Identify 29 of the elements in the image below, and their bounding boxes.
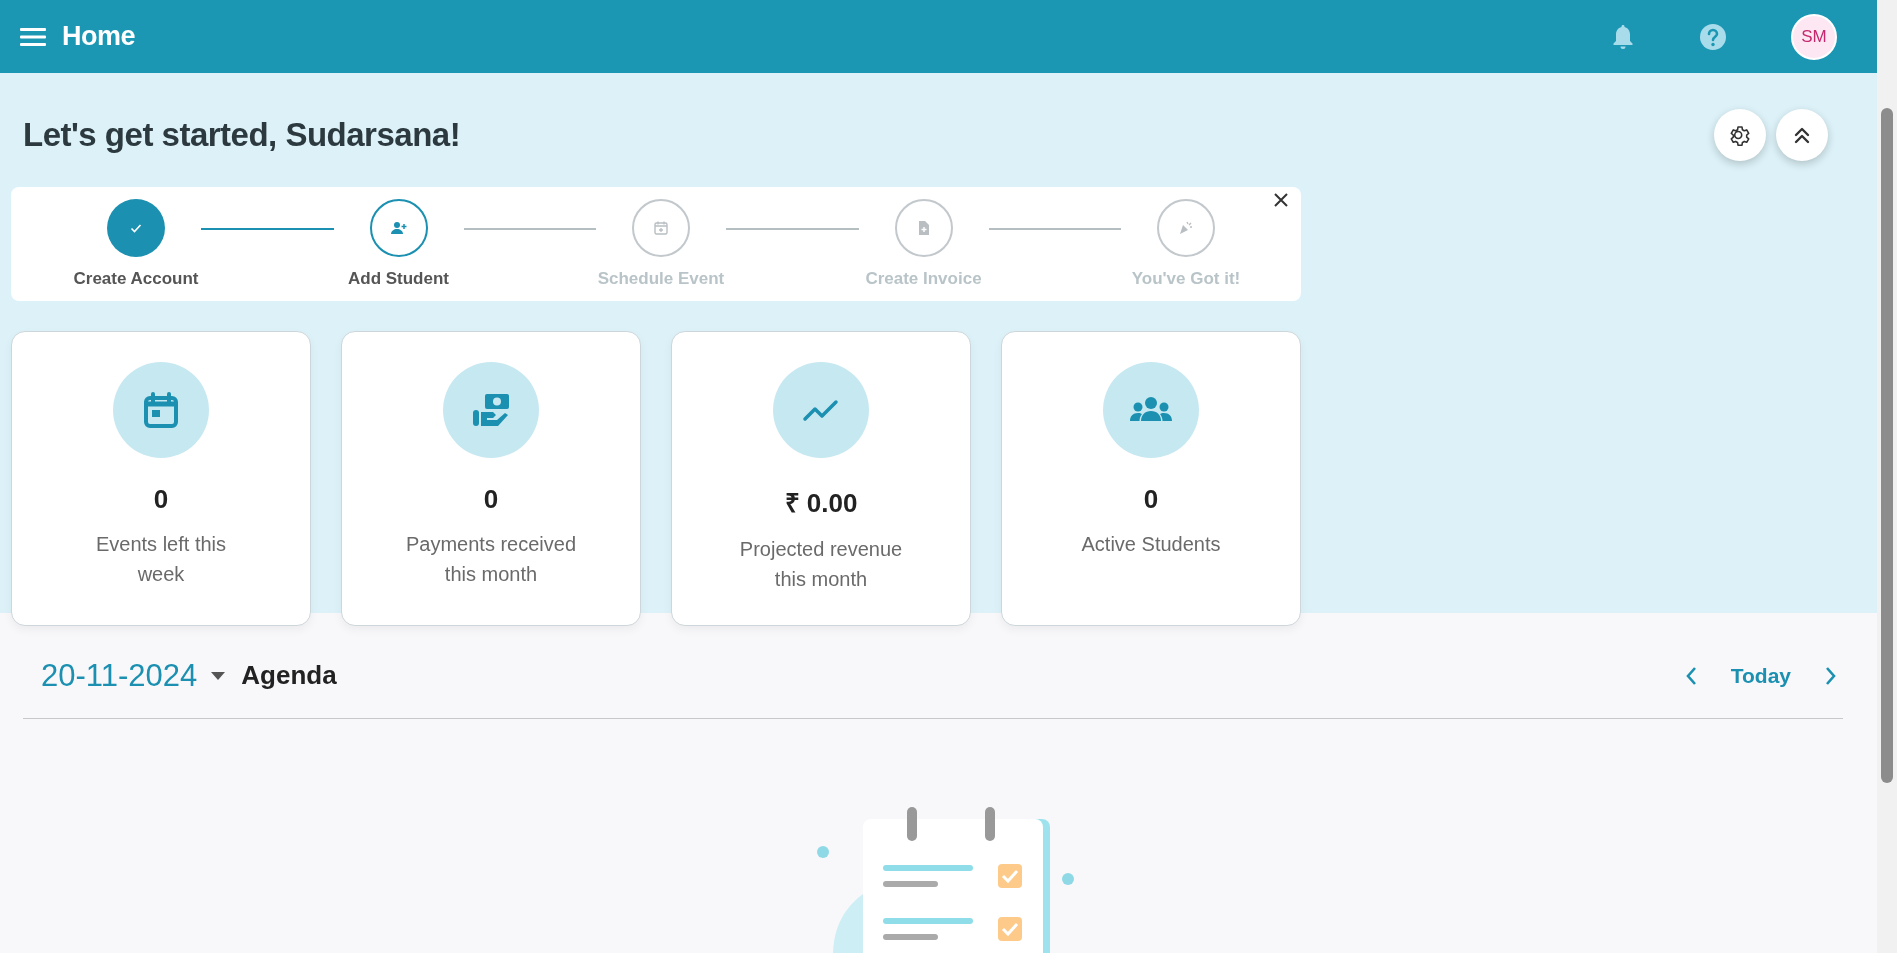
stat-value: ₹ 0.00 <box>784 487 858 520</box>
date-picker[interactable]: 20-11-2024 <box>41 657 226 694</box>
collapse-button[interactable] <box>1776 109 1828 161</box>
calendar-icon <box>141 390 181 430</box>
stat-value: 0 <box>1143 484 1159 515</box>
today-button[interactable]: Today <box>1720 663 1801 688</box>
step-label: Add Student <box>347 269 449 289</box>
gear-icon <box>1728 123 1752 147</box>
step-label: Create Account <box>73 269 199 289</box>
user-avatar[interactable]: SM <box>1791 13 1837 60</box>
step-label: You've Got it! <box>1131 269 1241 289</box>
scrollbar[interactable] <box>1877 0 1897 953</box>
step-label: Create Invoice <box>865 269 982 289</box>
stat-label: Payments received this month <box>404 532 578 587</box>
view-label: Agenda <box>241 660 337 691</box>
close-icon[interactable] <box>1273 192 1289 208</box>
settings-button[interactable] <box>1714 109 1766 161</box>
notification-bell-icon[interactable] <box>1611 22 1635 51</box>
page-title: Home <box>62 21 135 52</box>
stat-value: 0 <box>153 484 169 515</box>
stat-value: 0 <box>483 484 499 515</box>
stat-label: Projected revenue this month <box>738 537 904 592</box>
greeting-heading: Let's get started, Sudarsana! <box>23 116 461 154</box>
help-icon[interactable] <box>1699 22 1727 51</box>
menu-icon[interactable] <box>20 26 46 47</box>
stat-label: Active Students <box>1081 532 1221 557</box>
dropdown-caret-icon <box>211 671 226 680</box>
stat-label: Events left this week <box>94 532 228 587</box>
step-label: Schedule Event <box>597 269 725 289</box>
